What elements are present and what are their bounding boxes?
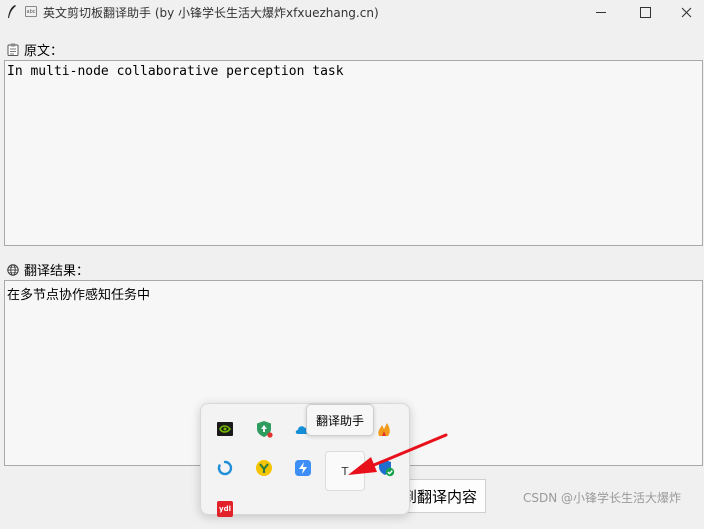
lightning-icon xyxy=(295,460,311,476)
yellow-app-icon xyxy=(256,460,272,476)
maximize-button[interactable] xyxy=(622,0,668,24)
source-label-text: 原文： xyxy=(24,44,64,59)
translator-tray-icon[interactable]: T xyxy=(325,451,365,491)
source-textarea[interactable]: In multi-node collaborative perception t… xyxy=(4,60,703,246)
clipboard-icon xyxy=(7,43,19,56)
youdao-icon: ydl xyxy=(217,501,233,517)
minimize-button[interactable] xyxy=(578,0,624,24)
sync-icon xyxy=(217,460,233,476)
flame-icon xyxy=(378,422,390,436)
shield-check-icon xyxy=(379,460,395,477)
copy-translation-label: 到翻译内容 xyxy=(401,487,477,506)
watermark: CSDN @小锋学长生活大爆炸 xyxy=(523,491,682,505)
game-tray-icon[interactable] xyxy=(244,448,284,488)
tray-tooltip-text: 翻译助手 xyxy=(316,413,365,428)
result-label: 翻译结果： xyxy=(7,260,89,279)
thunder-tray-icon[interactable] xyxy=(283,448,323,488)
security-tray-icon[interactable] xyxy=(244,409,284,449)
close-icon xyxy=(681,7,691,17)
title-bar: abc 英文剪切板翻译助手 (by 小锋学长生活大爆炸xfxuezhang.cn… xyxy=(0,0,704,24)
translator-letter-icon: T xyxy=(341,464,349,478)
tray-overflow-popup: T ydl xyxy=(200,403,410,517)
abc-icon: abc xyxy=(25,6,37,17)
result-text: 在多节点协作感知任务中 xyxy=(7,288,151,303)
nvidia-tray-icon[interactable] xyxy=(205,409,245,449)
result-label-text: 翻译结果： xyxy=(24,264,90,279)
close-button[interactable] xyxy=(668,0,704,24)
source-label: 原文： xyxy=(7,40,63,59)
globe-icon xyxy=(7,263,19,276)
maximize-icon xyxy=(639,6,651,18)
sync-tray-icon[interactable] xyxy=(205,448,245,488)
nvidia-icon xyxy=(217,422,233,436)
tray-tooltip: 翻译助手 xyxy=(306,404,375,436)
window-title: 英文剪切板翻译助手 (by 小锋学长生活大爆炸xfxuezhang.cn) xyxy=(43,6,379,20)
shield-icon xyxy=(257,421,273,438)
defender-tray-icon[interactable] xyxy=(366,448,406,488)
minimize-icon xyxy=(596,11,606,13)
source-text: In multi-node collaborative perception t… xyxy=(7,64,344,79)
youdao-tray-icon[interactable]: ydl xyxy=(205,489,245,529)
feather-icon xyxy=(8,5,16,18)
